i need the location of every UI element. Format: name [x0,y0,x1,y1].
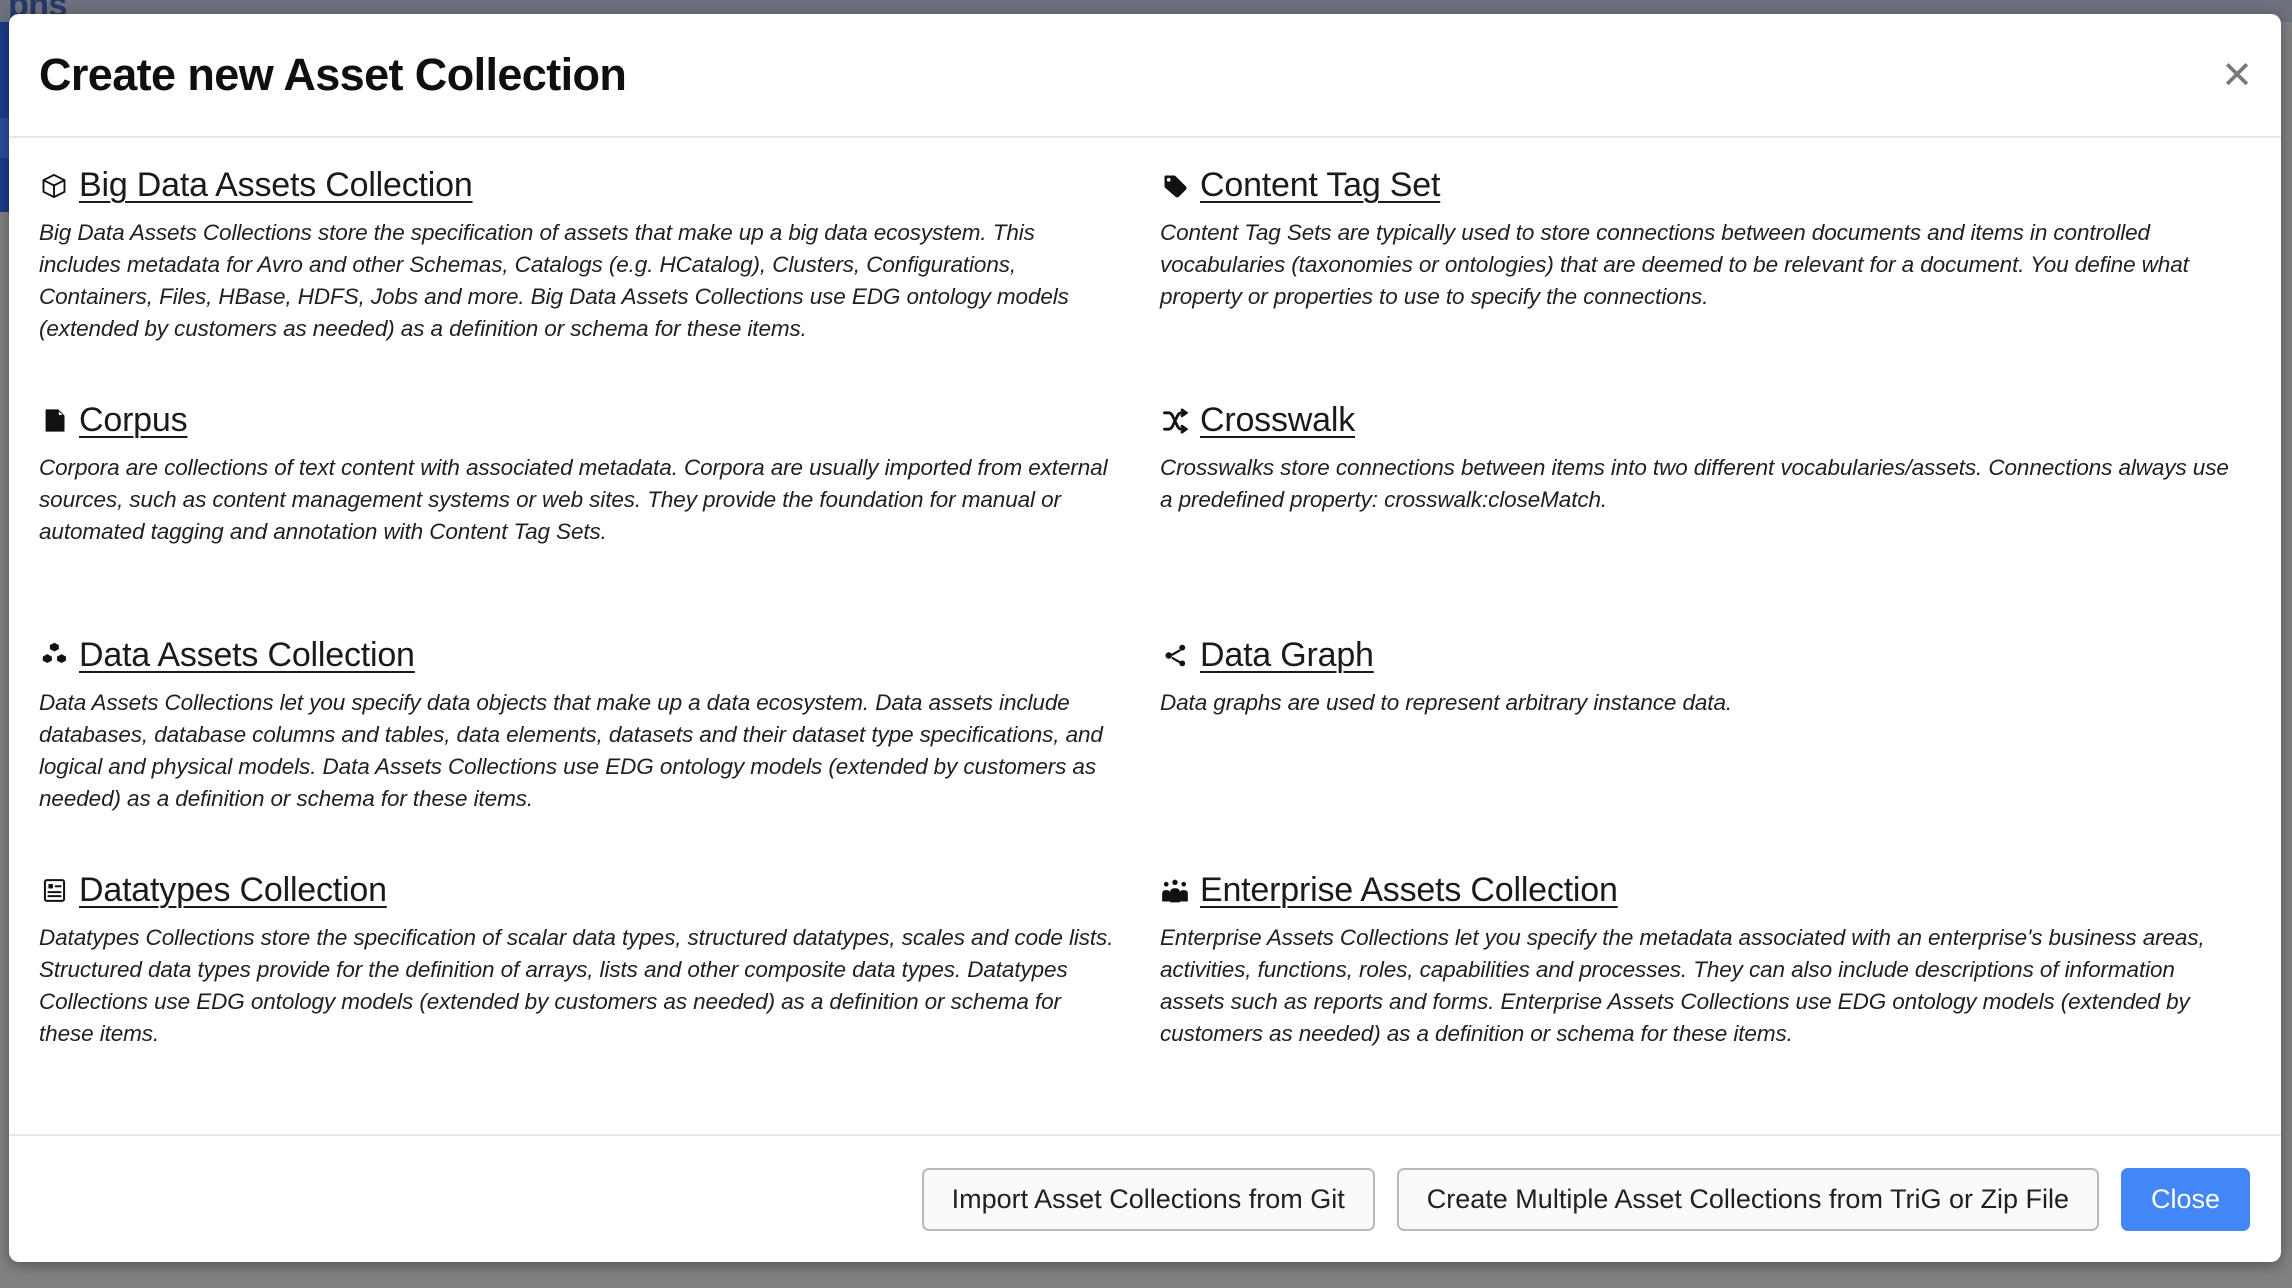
asset-collection-type-link[interactable]: Data Assets Collection [79,636,415,675]
asset-collection-type-card: Big Data Assets Collection Big Data Asset… [39,166,1130,401]
card-header: Crosswalk [1160,401,2241,440]
card-header: Content Tag Set [1160,166,2241,205]
asset-collection-type-description: Corpora are collections of text content … [39,455,1108,544]
shuffle-icon [1160,406,1190,436]
asset-collection-type-card: Enterprise Assets Collection Enterprise A… [1160,871,2251,1106]
close-icon[interactable]: ✕ [2221,56,2253,94]
share-nodes-icon [1160,641,1190,671]
cube-icon [39,171,69,201]
create-multiple-asset-collections-button[interactable]: Create Multiple Asset Collections from T… [1396,1167,2099,1231]
card-header: Datatypes Collection [39,871,1120,910]
page-title: Create new Asset Collection [39,49,627,100]
asset-collection-type-link[interactable]: Enterprise Assets Collection [1200,871,1618,910]
asset-collection-type-description: Data graphs are used to represent arbitr… [1160,690,1733,715]
card-header: Enterprise Assets Collection [1160,871,2241,910]
import-asset-collections-from-git-button[interactable]: Import Asset Collections from Git [921,1167,1375,1231]
asset-collection-type-link[interactable]: Crosswalk [1200,401,1355,440]
asset-collection-type-link[interactable]: Corpus [79,401,188,440]
dialog-body: Big Data Assets Collection Big Data Asset… [9,138,2281,1134]
cubes-icon [39,641,69,671]
dialog-footer: Import Asset Collections from Git Create… [9,1134,2281,1262]
asset-collection-type-card: Datatypes Collection Datatypes Collection… [39,871,1130,1106]
card-header: Big Data Assets Collection [39,166,1120,205]
asset-collection-type-card: Content Tag Set Content Tag Sets are typi… [1160,166,2251,401]
asset-collection-type-grid: Big Data Assets Collection Big Data Asset… [39,166,2251,1106]
asset-collection-type-link[interactable]: Data Graph [1200,636,1374,675]
asset-collection-type-link[interactable]: Content Tag Set [1200,166,1440,205]
asset-collection-type-description: Enterprise Assets Collections let you sp… [1160,925,2205,1046]
users-group-icon [1160,876,1190,906]
card-header: Data Graph [1160,636,2241,675]
asset-collection-type-link[interactable]: Datatypes Collection [79,871,387,910]
card-header: Corpus [39,401,1120,440]
asset-collection-type-description: Data Assets Collections let you specify … [39,690,1103,811]
card-header: Data Assets Collection [39,636,1120,675]
close-button[interactable]: Close [2120,1167,2250,1231]
asset-collection-type-description: Datatypes Collections store the specific… [39,925,1114,1046]
dialog-header: Create new Asset Collection ✕ [9,14,2281,138]
tag-icon [1160,171,1190,201]
asset-collection-type-description: Big Data Assets Collections store the sp… [39,220,1069,341]
list-panel-icon [39,876,69,906]
asset-collection-type-link[interactable]: Big Data Assets Collection [79,166,473,205]
asset-collection-type-card: Corpus Corpora are collections of text co… [39,401,1130,636]
asset-collection-type-card: Data Assets Collection Data Assets Collec… [39,636,1130,871]
asset-collection-type-card: Data Graph Data graphs are used to repres… [1160,636,2251,871]
asset-collection-type-card: Crosswalk Crosswalks store connections be… [1160,401,2251,636]
book-icon [39,406,69,436]
asset-collection-type-description: Crosswalks store connections between ite… [1160,455,2229,512]
asset-collection-type-description: Content Tag Sets are typically used to s… [1160,220,2189,309]
create-asset-collection-dialog: Create new Asset Collection ✕ Big Data A… [9,14,2281,1262]
